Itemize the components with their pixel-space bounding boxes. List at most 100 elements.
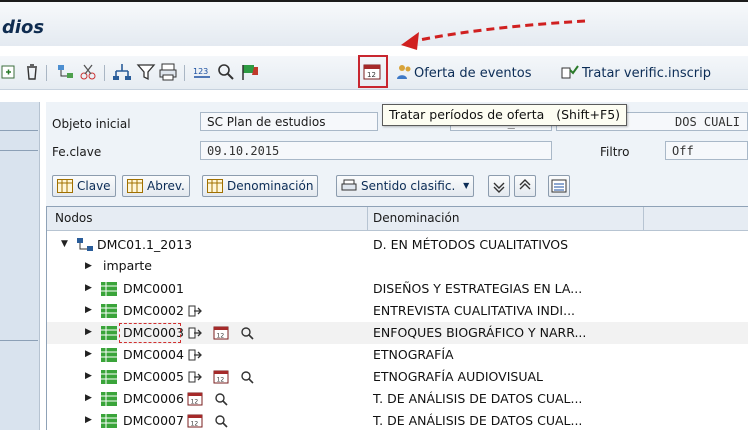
column-denominacion[interactable]: Denominación xyxy=(373,211,459,225)
flag-icon[interactable] xyxy=(240,62,260,82)
filtro-field[interactable]: Off xyxy=(665,141,748,160)
hierarchy-icon[interactable] xyxy=(112,62,132,82)
filter-icon[interactable] xyxy=(136,62,156,82)
tree-node-desc: T. DE ANÁLISIS DE DATOS CUAL... xyxy=(373,391,583,406)
event-type-icon xyxy=(101,304,117,318)
clave-button[interactable]: Clave xyxy=(52,175,116,197)
tree-node-desc: DISEÑOS Y ESTRATEGIAS EN LA... xyxy=(373,281,583,296)
selection-marker xyxy=(119,323,181,343)
event-type-icon xyxy=(101,370,117,384)
calendar-icon[interactable]: 12 xyxy=(187,391,203,407)
tree-node-desc: ENFOQUES BIOGRÁFICO Y NARR... xyxy=(373,325,587,340)
objeto-desc-value: DOS CUALI xyxy=(675,115,741,129)
details-button[interactable] xyxy=(548,175,570,197)
table-icon xyxy=(207,179,223,193)
search-icon[interactable] xyxy=(216,62,236,82)
assign-arrow-icon[interactable] xyxy=(187,303,203,319)
table-icon xyxy=(127,179,143,193)
sentido-clasific-button[interactable]: Sentido clasific. ▼ xyxy=(336,175,475,197)
expand-icon[interactable] xyxy=(0,62,20,82)
search-icon[interactable] xyxy=(213,391,229,407)
expand-caret-icon[interactable]: ▶ xyxy=(85,349,92,359)
tree-node-label: DMC0006 xyxy=(123,391,184,406)
tree-node-label: DMC0002 xyxy=(123,303,184,318)
highlight-box xyxy=(358,55,388,88)
toolbar-separator xyxy=(46,65,47,81)
event-type-icon xyxy=(101,326,117,340)
tooltip-shortcut: (Shift+F5) xyxy=(556,107,621,122)
plan-structure-icon xyxy=(77,238,93,251)
filtro-label: Filtro xyxy=(600,145,630,159)
toolbar-separator xyxy=(104,65,105,81)
svg-text:12: 12 xyxy=(217,333,225,340)
expand-caret-icon[interactable]: ▶ xyxy=(85,371,92,381)
tratar-verific-inscrip-button[interactable]: Tratar verific.inscrip xyxy=(582,66,711,81)
filtro-value: Off xyxy=(672,144,694,158)
abrev-button[interactable]: Abrev. xyxy=(122,175,190,197)
cut-icon[interactable] xyxy=(78,62,98,82)
calendar-icon[interactable]: 12 xyxy=(213,325,229,341)
tree-node-label: DMC0007 xyxy=(123,413,184,428)
print-icon[interactable] xyxy=(158,62,178,82)
objeto-inicial-field[interactable]: SC Plan de estudios xyxy=(200,112,378,131)
tooltip: Tratar períodos de oferta (Shift+F5) xyxy=(382,104,628,126)
expand-caret-icon[interactable]: ▶ xyxy=(85,415,92,425)
collapse-caret-icon[interactable]: ▼ xyxy=(61,239,68,249)
tree-row[interactable]: ▶ DMC0001 DISEÑOS Y ESTRATEGIAS EN LA... xyxy=(47,278,748,300)
chevron-down-icon xyxy=(493,182,505,193)
tree-row-group[interactable]: ▶ imparte xyxy=(47,256,748,278)
oferta-eventos-button[interactable]: Oferta de eventos xyxy=(414,66,531,81)
expand-caret-icon[interactable]: ▶ xyxy=(85,261,92,271)
sentido-clasific-label: Sentido clasific. xyxy=(361,179,456,193)
tree-row[interactable]: ▶ DMC0002 ENTREVISTA CUALITATIVA INDI... xyxy=(47,300,748,322)
expand-caret-icon[interactable]: ▶ xyxy=(85,283,92,293)
tree-row[interactable]: ▶ DMC0003 12 ENFOQUES BIOGRÁFICO Y NARR... xyxy=(47,322,748,344)
column-divider xyxy=(367,207,368,231)
event-type-icon xyxy=(101,392,117,406)
persons-icon[interactable] xyxy=(395,62,415,82)
numbering-icon[interactable]: 123 xyxy=(192,62,212,82)
search-icon[interactable] xyxy=(239,325,255,341)
svg-text:12: 12 xyxy=(191,421,199,428)
expand-caret-icon[interactable]: ▶ xyxy=(85,327,92,337)
dropdown-icon: ▼ xyxy=(463,181,470,190)
tree-header: Nodos Denominación xyxy=(47,207,748,231)
delete-icon[interactable] xyxy=(22,62,42,82)
tree-group-label: imparte xyxy=(103,258,152,273)
search-icon[interactable] xyxy=(213,413,229,429)
expand-caret-icon[interactable]: ▶ xyxy=(85,393,92,403)
expand-caret-icon[interactable]: ▶ xyxy=(85,305,92,315)
annotation-arrow xyxy=(401,19,586,50)
tree-row[interactable]: ▶ DMC0007 12 T. DE ANÁLISIS DE DATOS CUAL..… xyxy=(47,410,748,430)
denominacion-button-label: Denominación xyxy=(227,179,314,193)
check-icon[interactable] xyxy=(560,62,580,82)
panel-line xyxy=(0,130,38,131)
tree-node-desc: ETNOGRAFÍA AUDIOVISUAL xyxy=(373,369,544,384)
tree-row-root[interactable]: ▼ DMC01.1_2013 D. EN MÉTODOS CUALITATIVO… xyxy=(47,234,748,256)
tree-node-desc: T. DE ANÁLISIS DE DATOS CUAL... xyxy=(373,413,583,428)
print-icon xyxy=(341,179,357,191)
calendar-icon[interactable]: 12 xyxy=(213,369,229,385)
collapse-button[interactable] xyxy=(488,175,510,197)
objeto-inicial-value: SC Plan de estudios xyxy=(207,115,326,129)
assign-arrow-icon[interactable] xyxy=(187,347,203,363)
tree-row[interactable]: ▶ DMC0006 12 T. DE ANÁLISIS DE DATOS CUAL..… xyxy=(47,388,748,410)
expand-button[interactable] xyxy=(514,175,536,197)
search-icon[interactable] xyxy=(239,369,255,385)
tree-node-desc: ETNOGRAFÍA xyxy=(373,347,454,362)
tree-row[interactable]: ▶ DMC0005 12 ETNOGRAFÍA AUDIOVISUAL xyxy=(47,366,748,388)
table-icon xyxy=(57,179,73,193)
event-type-icon xyxy=(101,348,117,362)
column-nodos[interactable]: Nodos xyxy=(55,211,93,225)
tree-node-desc: ENTREVISTA CUALITATIVA INDI... xyxy=(373,303,576,318)
denominacion-button[interactable]: Denominación xyxy=(202,175,319,197)
event-type-icon xyxy=(101,414,117,428)
svg-text:12: 12 xyxy=(191,399,199,406)
assign-arrow-icon[interactable] xyxy=(187,369,203,385)
tree-row[interactable]: ▶ DMC0004 ETNOGRAFÍA xyxy=(47,344,748,366)
assign-arrow-icon[interactable] xyxy=(187,325,203,341)
calendar-icon[interactable]: 12 xyxy=(187,413,203,429)
structure-icon[interactable] xyxy=(56,62,76,82)
fe-clave-field[interactable]: 09.10.2015 xyxy=(200,141,552,160)
tree-node-label: DMC0001 xyxy=(123,281,184,296)
